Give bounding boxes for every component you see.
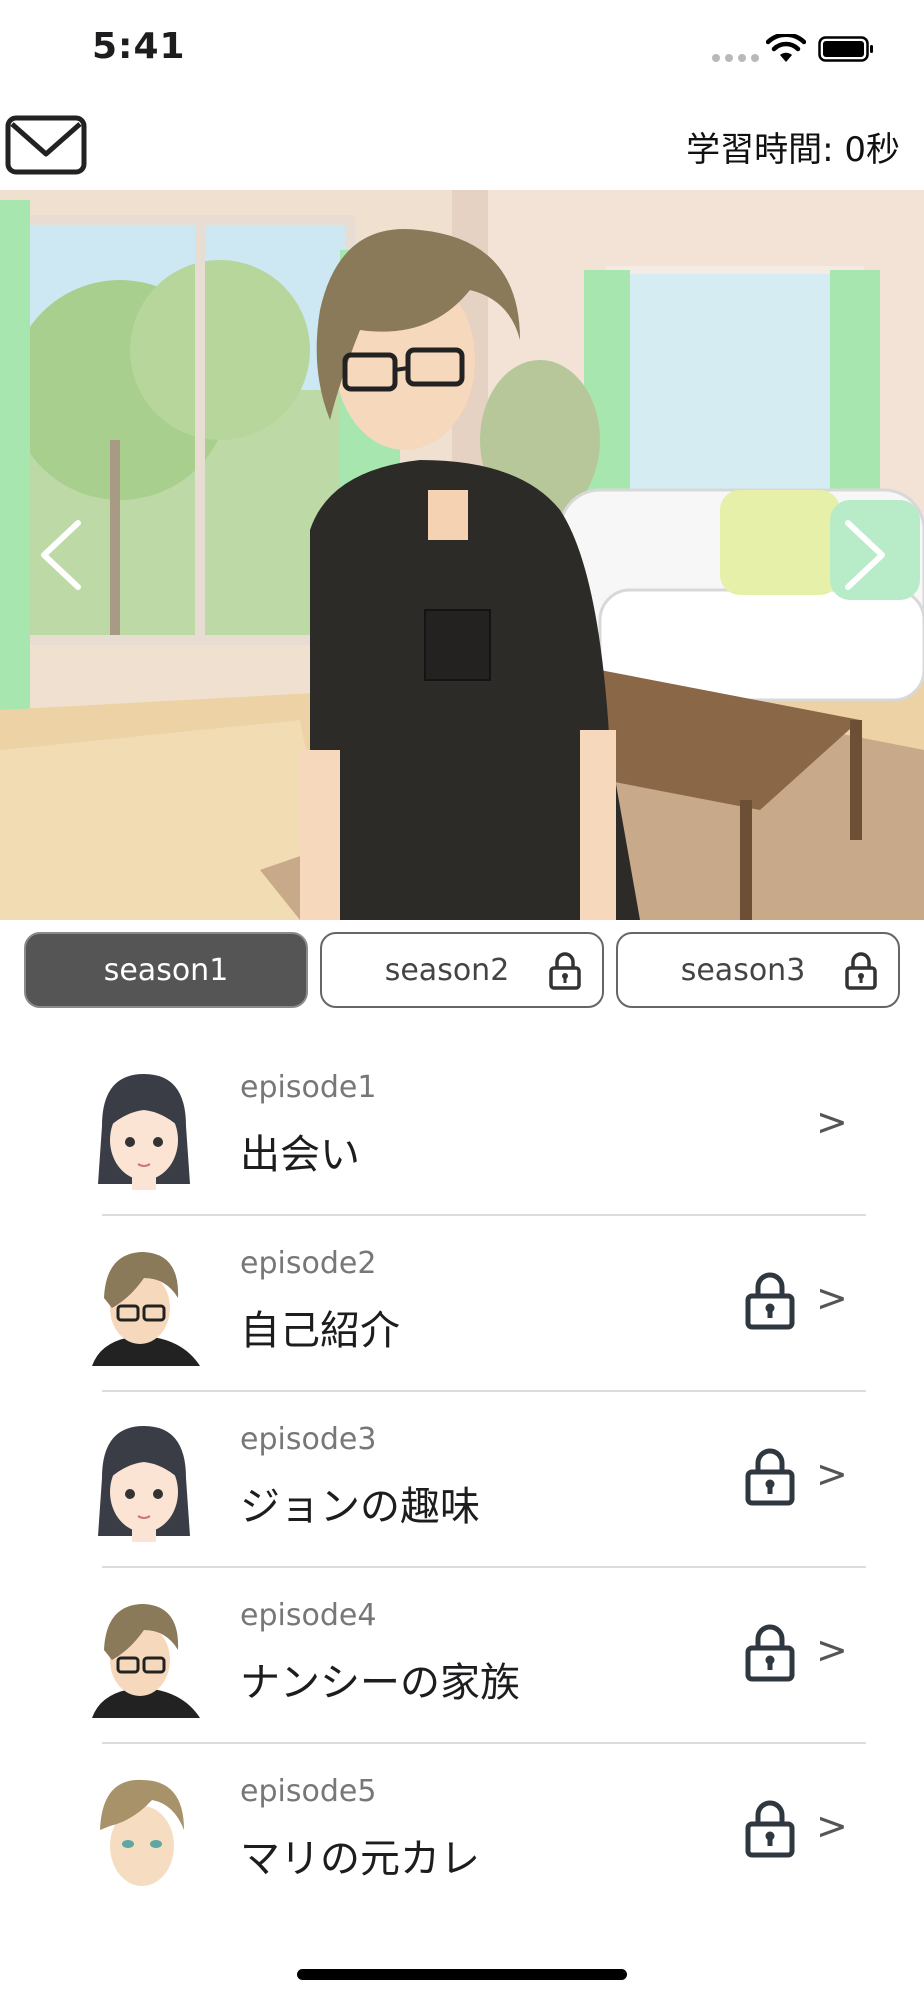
lock-icon bbox=[745, 1448, 795, 1506]
character-banner bbox=[0, 190, 924, 920]
lock-icon bbox=[845, 952, 877, 990]
chevron-right-icon: > bbox=[816, 1804, 848, 1848]
lock-icon bbox=[745, 1272, 795, 1330]
dark-hair-girl-avatar bbox=[98, 1426, 190, 1542]
chevron-left-icon[interactable] bbox=[30, 515, 90, 595]
lock-icon bbox=[549, 952, 581, 990]
episode-number: episode5 bbox=[240, 1774, 377, 1809]
glasses-boy-avatar bbox=[92, 1604, 200, 1718]
chevron-right-icon: > bbox=[816, 1452, 848, 1496]
episode-number: episode4 bbox=[240, 1598, 377, 1633]
episode-number: episode2 bbox=[240, 1246, 377, 1281]
lock-icon bbox=[745, 1800, 795, 1858]
header: 学習時間: 0秒 bbox=[0, 100, 924, 190]
chevron-right-icon[interactable] bbox=[836, 515, 896, 595]
tab-season2[interactable]: season2 bbox=[320, 932, 604, 1008]
mail-icon[interactable] bbox=[4, 114, 88, 176]
chevron-right-icon: > bbox=[816, 1628, 848, 1672]
episode-number: episode3 bbox=[240, 1422, 377, 1457]
lock-icon bbox=[745, 1624, 795, 1682]
episode-row-1[interactable]: episode1 出会い > bbox=[0, 1040, 924, 1216]
blond-boy-avatar bbox=[100, 1779, 184, 1886]
tab-season3[interactable]: season3 bbox=[616, 932, 900, 1008]
episode-title: 自己紹介 bbox=[240, 1308, 400, 1354]
dark-hair-girl-avatar bbox=[98, 1074, 190, 1190]
episode-row-2[interactable]: episode2 自己紹介 > bbox=[0, 1216, 924, 1392]
episode-number: episode1 bbox=[240, 1070, 377, 1105]
tab-label: season3 bbox=[680, 952, 806, 988]
glasses-boy-avatar bbox=[92, 1252, 200, 1366]
tab-label: season1 bbox=[103, 952, 229, 988]
episode-row-4[interactable]: episode4 ナンシーの家族 > bbox=[0, 1568, 924, 1744]
cellular-signal-icon bbox=[712, 54, 759, 62]
episode-title: マリの元カレ bbox=[240, 1836, 480, 1882]
episode-title: ナンシーの家族 bbox=[240, 1660, 520, 1706]
battery-icon bbox=[818, 36, 873, 62]
episode-row-3[interactable]: episode3 ジョンの趣味 > bbox=[0, 1392, 924, 1568]
chevron-right-icon: > bbox=[816, 1276, 848, 1320]
status-bar: 5:41 bbox=[0, 0, 924, 100]
wifi-icon bbox=[766, 34, 806, 62]
tab-season1[interactable]: season1 bbox=[24, 932, 308, 1008]
season-tabs: season1 season2 season3 bbox=[24, 932, 900, 1008]
tab-label: season2 bbox=[384, 952, 510, 988]
scene-illustration bbox=[0, 190, 924, 920]
episode-title: ジョンの趣味 bbox=[240, 1484, 480, 1530]
episode-title: 出会い bbox=[240, 1132, 360, 1178]
status-time: 5:41 bbox=[92, 26, 186, 67]
chevron-right-icon: > bbox=[816, 1100, 848, 1144]
study-time-label: 学習時間: 0秒 bbox=[686, 130, 900, 170]
home-indicator[interactable] bbox=[297, 1969, 627, 1980]
episode-row-5[interactable]: episode5 マリの元カレ > bbox=[0, 1744, 924, 1920]
